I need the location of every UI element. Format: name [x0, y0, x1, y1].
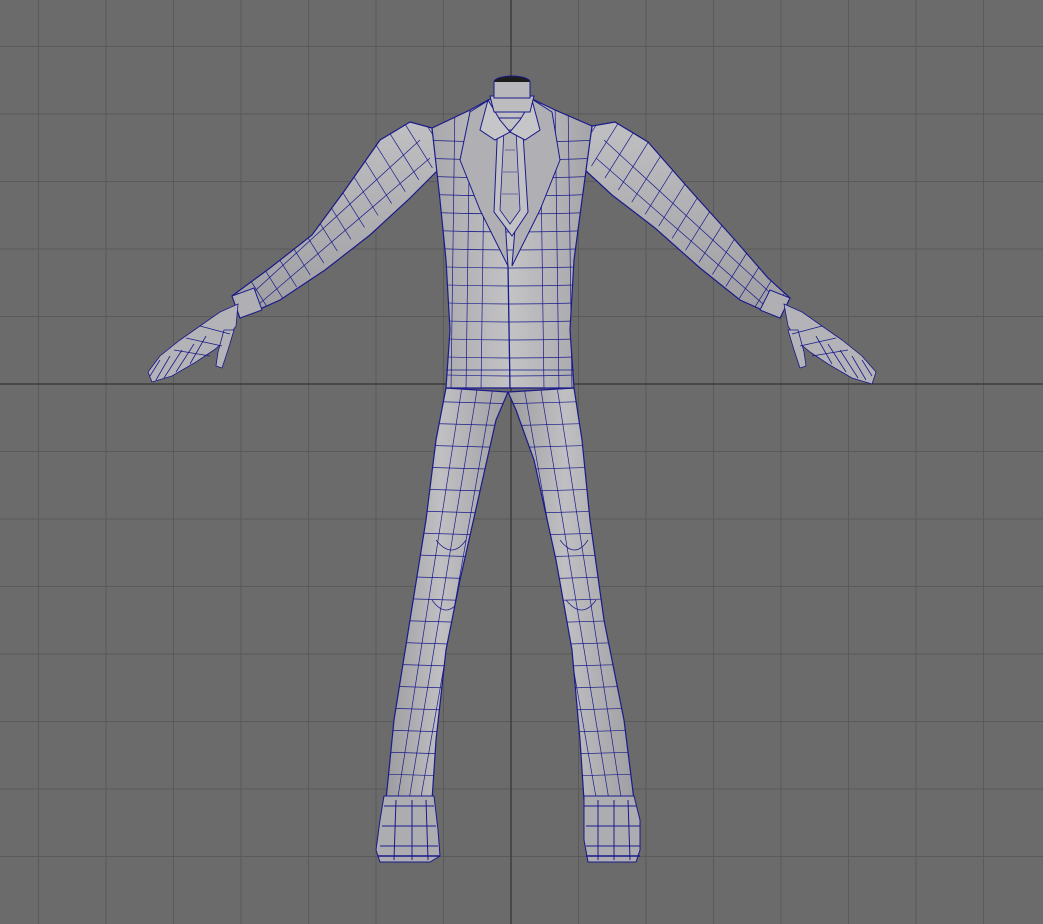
mesh-edge: [508, 685, 634, 691]
3d-viewport[interactable]: [0, 0, 1043, 924]
right-trouser-leg[interactable]: [500, 387, 640, 801]
left-trouser-leg[interactable]: [380, 387, 520, 801]
right-hand[interactable]: [783, 303, 877, 385]
left-hand[interactable]: [147, 303, 239, 383]
neck-opening: [493, 75, 531, 99]
mesh-edge: [251, 157, 431, 311]
right-shoe[interactable]: [583, 795, 641, 863]
mesh-edge: [386, 663, 508, 669]
mesh-edge: [508, 663, 634, 669]
mesh-edge: [595, 157, 771, 311]
left-shoe[interactable]: [375, 795, 441, 863]
mesh-edge: [508, 641, 634, 647]
mesh-edge: [244, 139, 421, 301]
left-sleeve[interactable]: [226, 108, 446, 323]
mesh-edge: [603, 139, 779, 301]
mesh-edge: [386, 641, 508, 647]
right-sleeve[interactable]: [578, 106, 796, 323]
suit-model[interactable]: [0, 0, 1043, 924]
